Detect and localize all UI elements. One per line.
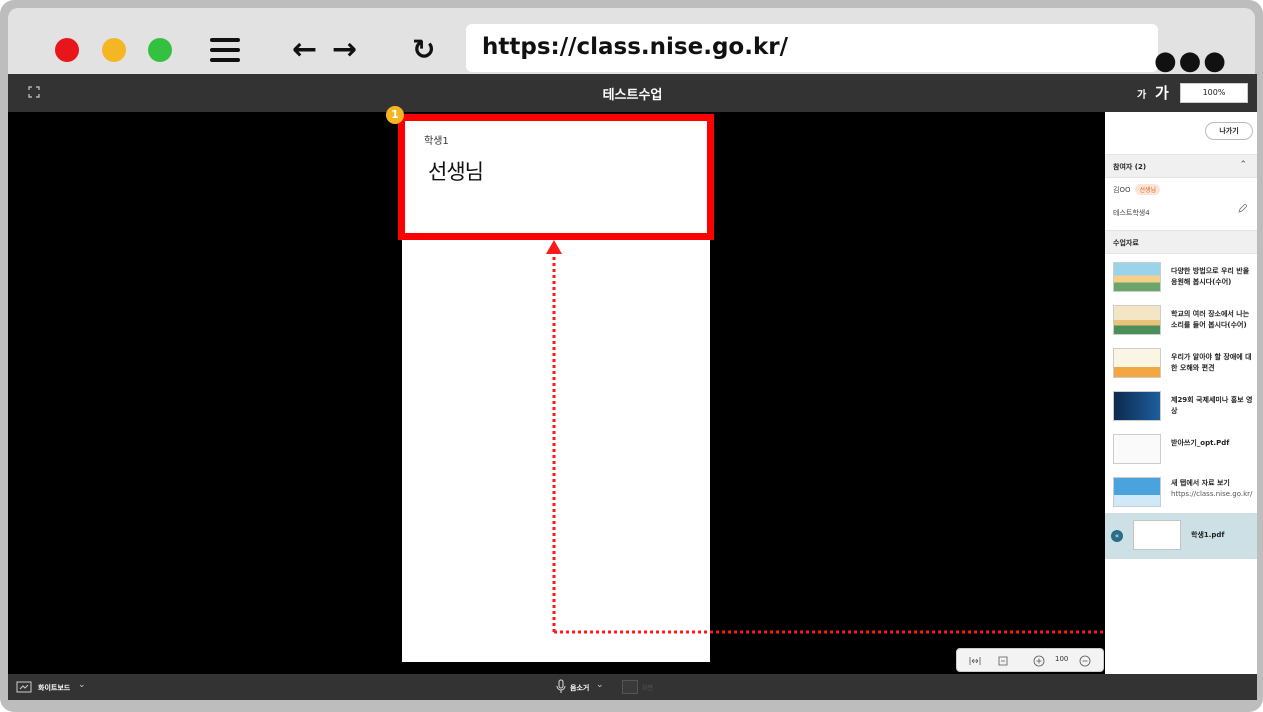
zoom-in-icon[interactable]	[1033, 655, 1045, 667]
browser-toolbar: ← → ↻ https://class.nise.go.kr/ ●●●	[8, 8, 1255, 76]
materials-title: 수업자료	[1113, 239, 1139, 247]
right-sidebar: 나가기 참여자 (2) ⌃ 김OO 선생님 테스트학생4 수업자료 다양한 방법으…	[1105, 112, 1257, 700]
material-title: 우리가 알아야 할 장애에 대한 오해와 편견	[1171, 353, 1252, 372]
materials-header: 수업자료	[1105, 230, 1257, 254]
exit-button[interactable]: 나가기	[1205, 122, 1253, 140]
zoom-out-icon[interactable]	[1079, 655, 1091, 667]
whiteboard-icon[interactable]	[16, 681, 32, 693]
material-item[interactable]: 우리가 알아야 할 장애에 대한 오해와 편견	[1105, 341, 1257, 385]
participant-student: 테스트학생4	[1113, 208, 1150, 218]
material-title: 받아쓰기_opt.Pdf	[1171, 439, 1230, 447]
forward-arrow-icon[interactable]: →	[332, 32, 357, 68]
participant-teacher: 김OO 선생님	[1113, 184, 1161, 195]
close-window-button[interactable]	[55, 38, 79, 62]
material-thumbnail	[1113, 477, 1161, 507]
fit-width-icon[interactable]	[969, 655, 981, 667]
material-title: 학교의 여러 장소에서 나는 소리를 들어 봅시다(수어)	[1171, 310, 1250, 329]
url-text[interactable]: https://class.nise.go.kr/	[482, 34, 788, 60]
material-thumbnail	[1113, 348, 1161, 378]
reload-icon[interactable]: ↻	[412, 32, 435, 68]
participants-header[interactable]: 참여자 (2) ⌃	[1105, 154, 1257, 178]
screen-share-icon[interactable]	[622, 680, 638, 694]
maximize-window-button[interactable]	[148, 38, 172, 62]
material-title: 제29회 국제세미나 홍보 영상	[1171, 396, 1253, 415]
minimize-window-button[interactable]	[102, 38, 126, 62]
more-options-icon[interactable]: ●●●	[1154, 46, 1228, 76]
teacher-badge: 선생님	[1135, 184, 1161, 195]
material-thumbnail	[1113, 434, 1161, 464]
participant-name: 테스트학생4	[1113, 209, 1150, 217]
zoom-level: 100	[1055, 655, 1069, 663]
material-thumbnail	[1113, 305, 1161, 335]
pencil-icon[interactable]	[1237, 204, 1247, 214]
chevron-down-icon[interactable]: ⌄	[78, 680, 86, 690]
material-title: 다양한 방법으로 우리 반을 응원해 봅시다(수어)	[1171, 267, 1250, 286]
material-title-text: 새 탭에서 자료 보기	[1171, 479, 1230, 487]
bottom-toolbar: 화이트보드 ⌄ 음소거 ⌄ 화면	[8, 674, 1257, 700]
material-item[interactable]: 새 탭에서 자료 보기 https://class.nise.go.kr/	[1105, 470, 1257, 514]
connector-arrow	[546, 240, 1257, 634]
exit-label: 나가기	[1219, 127, 1239, 135]
fit-page-icon[interactable]	[997, 655, 1009, 667]
whiteboard-label[interactable]: 화이트보드	[38, 683, 70, 693]
participants-title: 참여자 (2)	[1113, 163, 1147, 171]
back-arrow-icon[interactable]: ←	[292, 32, 317, 68]
chevron-down-icon[interactable]: ⌄	[596, 680, 604, 690]
material-thumbnail	[1133, 520, 1181, 550]
material-url: https://class.nise.go.kr/	[1171, 490, 1253, 498]
material-thumbnail	[1113, 262, 1161, 292]
microphone-icon[interactable]	[556, 679, 566, 695]
material-title: 새 탭에서 자료 보기 https://class.nise.go.kr/	[1171, 478, 1255, 500]
material-title: 학생1.pdf	[1191, 531, 1225, 539]
page-toolbox: 100	[956, 648, 1104, 672]
selected-material-item[interactable]: « 학생1.pdf	[1105, 513, 1257, 559]
material-item[interactable]: 다양한 방법으로 우리 반을 응원해 봅시다(수어)	[1105, 255, 1257, 299]
material-thumbnail	[1113, 391, 1161, 421]
menu-icon[interactable]	[210, 38, 240, 62]
material-item[interactable]: 제29회 국제세미나 홍보 영상	[1105, 384, 1257, 428]
participant-name: 김OO	[1113, 186, 1131, 194]
material-item[interactable]: 받아쓰기_opt.Pdf	[1105, 427, 1257, 471]
material-item[interactable]: 학교의 여러 장소에서 나는 소리를 들어 봅시다(수어)	[1105, 298, 1257, 342]
mute-label[interactable]: 음소거	[570, 683, 589, 693]
chevron-up-icon[interactable]: ⌃	[1239, 160, 1247, 170]
class-app: 테스트수업 가 가 100% 학생1 선생님 1 나가기 참여자 (2) ⌃ 김…	[8, 74, 1257, 700]
address-bar[interactable]: https://class.nise.go.kr/ ●●●	[466, 24, 1226, 76]
screen-share-label[interactable]: 화면	[642, 683, 653, 692]
collapse-icon[interactable]: «	[1111, 530, 1123, 542]
